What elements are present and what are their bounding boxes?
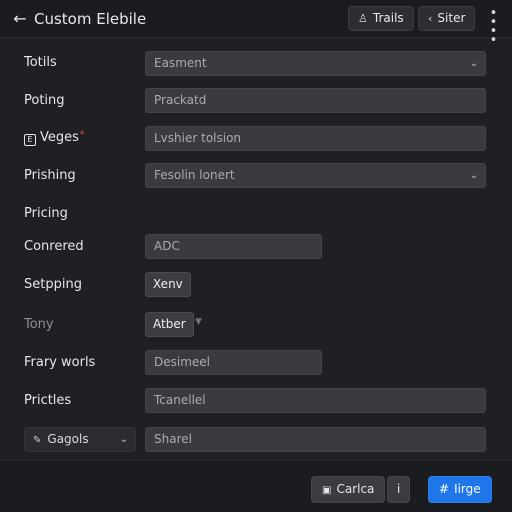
prictles-label: Prictles bbox=[24, 393, 72, 408]
trails-button-label: Trails bbox=[372, 11, 404, 25]
poting-value: Prackatd bbox=[154, 93, 207, 107]
frary-worls-value: Desimeel bbox=[154, 355, 210, 369]
totils-label: Totils bbox=[24, 55, 57, 70]
footer-bar: ▣ Carlca i # Iirge bbox=[0, 460, 512, 512]
clipboard-icon: ▣ bbox=[322, 485, 332, 496]
gagols-label: Gagols bbox=[47, 432, 89, 446]
chevron-down-icon: ⌄ bbox=[469, 170, 478, 181]
frary-worls-label: Frary worls bbox=[24, 355, 96, 370]
top-bar: ← Custom Elebile ♙ Trails ‹ Siter • • • • bbox=[0, 0, 512, 47]
siter-button[interactable]: ‹ Siter bbox=[418, 6, 476, 31]
save-button-label: Iirge bbox=[454, 482, 481, 496]
gagols-value: Sharel bbox=[154, 432, 192, 446]
poting-label: Poting bbox=[24, 93, 65, 108]
chevron-down-icon: ⌄ bbox=[119, 434, 128, 445]
totils-select[interactable]: Easment ⌄ bbox=[145, 51, 486, 76]
setpping-label: Setpping bbox=[24, 277, 82, 292]
pencil-icon: ✎ bbox=[33, 435, 42, 446]
arrow-left-icon[interactable]: ← bbox=[10, 9, 30, 29]
tony-label: Tony bbox=[24, 317, 54, 332]
veges-label: E Veges* bbox=[24, 130, 84, 146]
frary-worls-input[interactable]: Desimeel bbox=[145, 350, 322, 375]
conrered-label: Conrered bbox=[24, 239, 84, 254]
chevron-left-icon: ‹ bbox=[428, 12, 433, 25]
info-button[interactable]: i bbox=[387, 476, 411, 503]
prishing-select[interactable]: Fesolin lonert ⌄ bbox=[145, 163, 486, 188]
prishing-value: Fesolin lonert bbox=[154, 168, 235, 182]
hash-icon: # bbox=[439, 482, 450, 496]
prictles-input[interactable]: Tcanellel bbox=[145, 388, 486, 413]
user-icon: ♙ bbox=[358, 12, 368, 25]
setpping-chip[interactable]: Xenv bbox=[145, 272, 191, 297]
trails-button[interactable]: ♙ Trails bbox=[348, 6, 414, 31]
veges-label-text: Veges bbox=[40, 130, 79, 145]
cancel-button-label: Carlca bbox=[336, 482, 375, 496]
conrered-input[interactable]: ADC bbox=[145, 234, 322, 259]
edit-badge-icon: E bbox=[24, 134, 36, 146]
totils-value: Easment bbox=[154, 56, 207, 70]
tony-chip[interactable]: Atber bbox=[145, 312, 194, 337]
save-button[interactable]: # Iirge bbox=[428, 476, 492, 503]
siter-button-label: Siter bbox=[437, 11, 466, 25]
poting-input[interactable]: Prackatd bbox=[145, 88, 486, 113]
veges-value: Lvshier tolsion bbox=[154, 131, 242, 145]
conrered-value: ADC bbox=[154, 239, 180, 253]
cancel-button[interactable]: ▣ Carlca bbox=[311, 476, 386, 503]
pricing-label: Pricing bbox=[24, 206, 68, 221]
prictles-value: Tcanellel bbox=[154, 393, 206, 407]
gagols-select[interactable]: ✎ Gagols ⌄ bbox=[24, 427, 136, 452]
gagols-input[interactable]: Sharel bbox=[145, 427, 486, 452]
grid-dots-icon[interactable]: • • • • bbox=[486, 7, 502, 47]
required-marker: * bbox=[79, 130, 85, 140]
caret-down-icon[interactable]: ▼ bbox=[195, 317, 202, 327]
page-title: Custom Elebile bbox=[34, 10, 147, 28]
chevron-down-icon: ⌄ bbox=[469, 58, 478, 69]
veges-input[interactable]: Lvshier tolsion bbox=[145, 126, 486, 151]
prishing-label: Prishing bbox=[24, 168, 76, 183]
